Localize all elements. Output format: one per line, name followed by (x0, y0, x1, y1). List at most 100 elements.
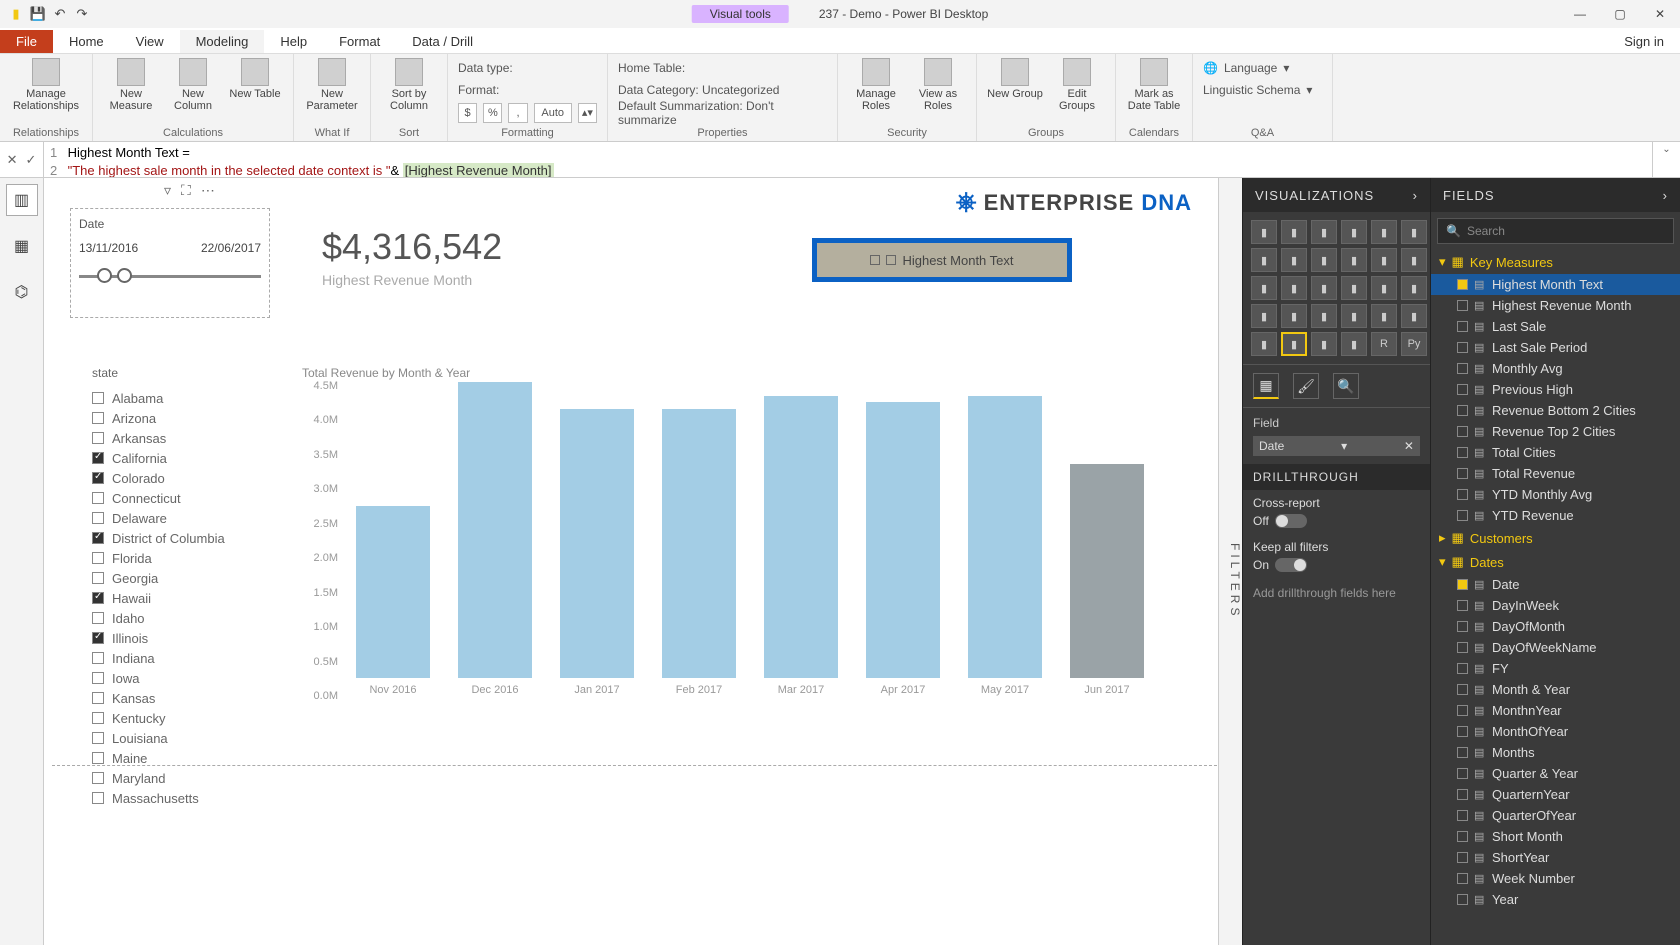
viz-type-icon[interactable]: ▮ (1341, 248, 1367, 272)
checkbox[interactable] (92, 652, 104, 664)
state-option[interactable]: Massachusetts (92, 788, 282, 808)
checkbox[interactable] (92, 752, 104, 764)
checkbox[interactable] (92, 572, 104, 584)
checkbox[interactable] (92, 452, 104, 464)
checkbox[interactable] (1457, 579, 1468, 590)
checkbox[interactable] (92, 532, 104, 544)
chart-bar[interactable]: Nov 2016 (356, 506, 430, 696)
viz-type-icon[interactable]: ▮ (1251, 332, 1277, 356)
format-label[interactable]: Format: (458, 83, 588, 97)
field-item[interactable]: ▤DayOfMonth (1431, 616, 1680, 637)
collapse-pane-icon[interactable]: › (1663, 188, 1668, 203)
checkbox[interactable] (1457, 621, 1468, 632)
data-view-button[interactable]: ▦ (6, 230, 38, 262)
new-parameter-button[interactable]: New Parameter (304, 58, 360, 112)
field-item[interactable]: ▤Quarter & Year (1431, 763, 1680, 784)
viz-type-icon[interactable]: ▮ (1341, 304, 1367, 328)
field-item[interactable]: ▤DayInWeek (1431, 595, 1680, 616)
field-item[interactable]: ▤Total Revenue (1431, 463, 1680, 484)
viz-type-icon[interactable]: ▮ (1281, 220, 1307, 244)
state-option[interactable]: Connecticut (92, 488, 282, 508)
range-slider[interactable] (79, 267, 261, 287)
tab-modeling[interactable]: Modeling (180, 30, 265, 53)
slider-thumb-right[interactable] (117, 268, 132, 283)
cancel-formula-icon[interactable]: ✕ (7, 152, 18, 168)
viz-type-icon[interactable]: ▮ (1311, 304, 1337, 328)
chart-bar[interactable]: May 2017 (968, 396, 1042, 696)
state-slicer[interactable]: state AlabamaArizonaArkansasCaliforniaCo… (92, 366, 282, 808)
collapse-pane-icon[interactable]: › (1413, 188, 1418, 203)
field-item[interactable]: ▤YTD Revenue (1431, 505, 1680, 526)
viz-type-icon[interactable]: ▮ (1341, 332, 1367, 356)
manage-relationships-button[interactable]: Manage Relationships (10, 58, 82, 112)
datatype-label[interactable]: Data type: (458, 61, 588, 75)
tab-home[interactable]: Home (53, 30, 120, 53)
checkbox[interactable] (1457, 684, 1468, 695)
field-table[interactable]: ▸▦ Customers (1431, 526, 1680, 550)
state-option[interactable]: Arizona (92, 408, 282, 428)
filters-pane-tab[interactable]: FILTERS (1218, 178, 1242, 945)
summarization-dropdown[interactable]: Default Summarization: Don't summarize (618, 103, 827, 123)
viz-type-icon[interactable]: ▮ (1311, 220, 1337, 244)
decimals-stepper[interactable]: ▴▾ (578, 103, 597, 123)
checkbox[interactable] (1457, 642, 1468, 653)
field-item[interactable]: ▤Highest Month Text (1431, 274, 1680, 295)
slicer-from[interactable]: 13/11/2016 (79, 241, 138, 255)
new-table-button[interactable]: New Table (227, 58, 283, 100)
viz-type-icon[interactable]: ▮ (1401, 220, 1427, 244)
tab-format[interactable]: Format (323, 30, 396, 53)
checkbox[interactable] (1457, 831, 1468, 842)
comma-button[interactable]: , (508, 103, 527, 123)
field-item[interactable]: ▤Last Sale Period (1431, 337, 1680, 358)
analytics-tab-icon[interactable]: 🔍 (1333, 373, 1359, 399)
home-table-dropdown[interactable]: Home Table: (618, 58, 827, 78)
commit-formula-icon[interactable]: ✓ (26, 152, 37, 168)
checkbox[interactable] (1457, 342, 1468, 353)
language-dropdown[interactable]: 🌐 Language ▾ (1203, 58, 1322, 78)
checkbox[interactable] (92, 592, 104, 604)
report-view-button[interactable]: ▥ (6, 184, 38, 216)
state-option[interactable]: Louisiana (92, 728, 282, 748)
chart-bar[interactable]: Jun 2017 (1070, 464, 1144, 696)
viz-type-icon[interactable]: ▮ (1311, 276, 1337, 300)
checkbox[interactable] (1457, 789, 1468, 800)
field-item[interactable]: ▤QuarternYear (1431, 784, 1680, 805)
state-option[interactable]: Arkansas (92, 428, 282, 448)
maximize-button[interactable]: ▢ (1600, 0, 1640, 28)
checkbox[interactable] (1457, 810, 1468, 821)
chart-bar[interactable]: Mar 2017 (764, 396, 838, 696)
checkbox[interactable] (92, 412, 104, 424)
field-item[interactable]: ▤Monthly Avg (1431, 358, 1680, 379)
viz-type-icon[interactable]: ▮ (1251, 304, 1277, 328)
edit-groups-button[interactable]: Edit Groups (1049, 58, 1105, 112)
checkbox[interactable] (1457, 852, 1468, 863)
linguistic-schema-dropdown[interactable]: Linguistic Schema ▾ (1203, 80, 1322, 100)
field-item[interactable]: ▤MonthnYear (1431, 700, 1680, 721)
manage-roles-button[interactable]: Manage Roles (848, 58, 904, 112)
checkbox[interactable] (1457, 705, 1468, 716)
formula-input[interactable]: 1 Highest Month Text = 2 "The highest sa… (44, 142, 1652, 177)
viz-type-icon[interactable]: ▮ (1341, 276, 1367, 300)
checkbox[interactable] (1457, 384, 1468, 395)
field-item[interactable]: ▤MonthOfYear (1431, 721, 1680, 742)
chart-bar[interactable]: Apr 2017 (866, 402, 940, 696)
field-item[interactable]: ▤Months (1431, 742, 1680, 763)
checkbox[interactable] (92, 732, 104, 744)
report-canvas[interactable]: ▿ ⛶ ⋯ ⎈ENTERPRISE DNA Date 13/11/2016 22… (44, 178, 1242, 945)
save-icon[interactable]: 💾 (30, 6, 46, 22)
state-option[interactable]: Kansas (92, 688, 282, 708)
field-item[interactable]: ▤ShortYear (1431, 847, 1680, 868)
expand-formula-icon[interactable]: ⌄ (1652, 142, 1680, 177)
redo-icon[interactable]: ↷ (74, 6, 90, 22)
field-item[interactable]: ▤Year (1431, 889, 1680, 910)
state-option[interactable]: California (92, 448, 282, 468)
field-item[interactable]: ▤Previous High (1431, 379, 1680, 400)
checkbox[interactable] (1457, 279, 1468, 290)
checkbox[interactable] (92, 492, 104, 504)
checkbox[interactable] (92, 712, 104, 724)
checkbox[interactable] (1457, 300, 1468, 311)
viz-type-icon[interactable]: Py (1401, 332, 1427, 356)
date-slicer[interactable]: Date 13/11/2016 22/06/2017 (70, 208, 270, 318)
checkbox[interactable] (92, 472, 104, 484)
checkbox[interactable] (1457, 447, 1468, 458)
